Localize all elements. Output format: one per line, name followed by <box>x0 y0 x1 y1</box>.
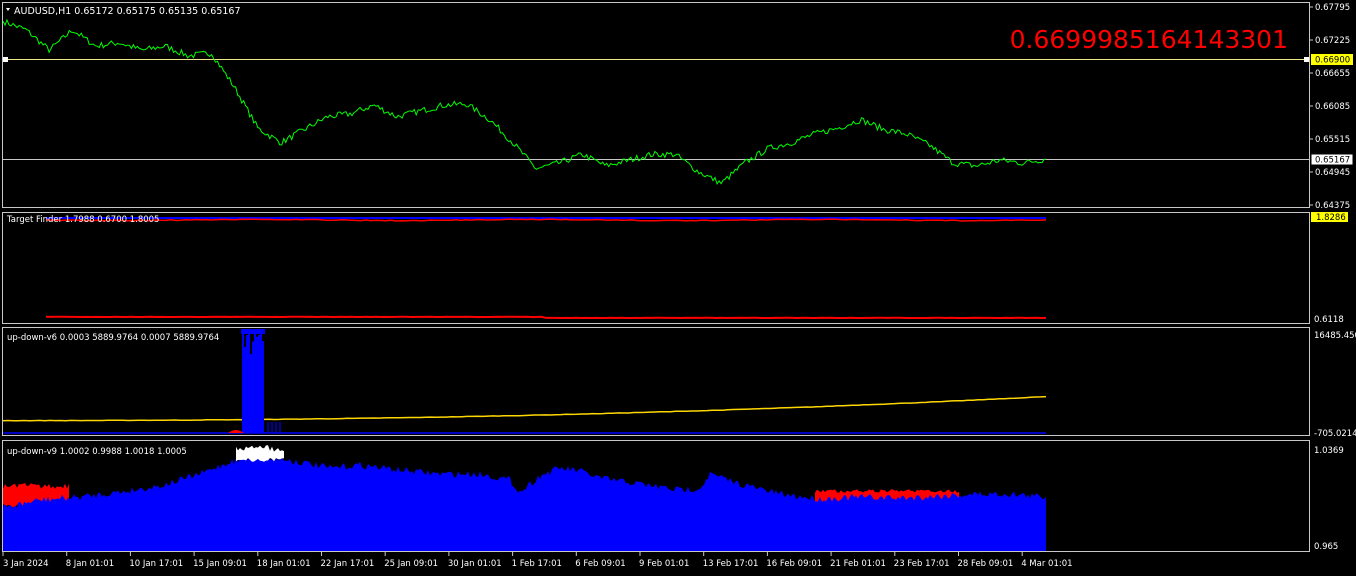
time-tick-label: 6 Feb 09:01 <box>575 559 625 569</box>
up-down-v9-tick-max: 1.0369 <box>1314 446 1344 456</box>
price-tick-label: 0.64945 <box>1315 168 1350 178</box>
level-handle-left[interactable] <box>3 57 8 62</box>
target-finder-header: Target Finder 1.7988 0.6700 1.8005 <box>6 215 159 225</box>
time-tick-label: 22 Jan 17:01 <box>321 559 375 569</box>
price-pane-header: AUDUSD,H1 0.65172 0.65175 0.65135 0.6516… <box>14 6 241 17</box>
up-down-v6-spike-cap <box>241 329 265 334</box>
big-price-label: 0.6699985164143301 <box>1010 25 1288 54</box>
time-tick-label: 4 Mar 01:01 <box>1021 559 1072 569</box>
target-finder-badge-text: 1.8286 <box>1316 213 1346 223</box>
price-level-badge-text: 0.65167 <box>1315 156 1350 166</box>
time-tick-label: 23 Feb 17:01 <box>894 559 950 569</box>
price-tick-label: 0.66085 <box>1315 102 1350 112</box>
time-tick-label: 21 Feb 01:01 <box>830 559 886 569</box>
chart-window[interactable]: AUDUSD,H1 0.65172 0.65175 0.65135 0.6516… <box>0 0 1356 573</box>
time-tick-label: 8 Jan 01:01 <box>66 559 114 569</box>
price-tick-label: 0.66655 <box>1315 69 1350 79</box>
price-level-badge-text: 0.66900 <box>1315 56 1350 66</box>
price-tick-label: 0.64375 <box>1315 201 1350 211</box>
up-down-v6-header: up-down-v6 0.0003 5889.9764 0.0007 5889.… <box>7 333 219 343</box>
time-tick-label: 3 Jan 2024 <box>3 559 49 569</box>
time-tick-label: 15 Jan 09:01 <box>193 559 247 569</box>
up-down-v6-tick-max: 16485.450 <box>1314 331 1356 341</box>
up-down-v9-tick-min: 0.965 <box>1314 542 1338 552</box>
time-tick-label: 25 Jan 09:01 <box>384 559 438 569</box>
chart-canvas[interactable]: AUDUSD,H1 0.65172 0.65175 0.65135 0.6516… <box>0 0 1356 573</box>
time-tick-label: 9 Feb 01:01 <box>639 559 689 569</box>
time-tick-label: 28 Feb 09:01 <box>958 559 1014 569</box>
level-handle-right[interactable] <box>1304 57 1309 62</box>
time-tick-label: 10 Jan 17:01 <box>129 559 183 569</box>
price-tick-label: 0.65515 <box>1315 135 1350 145</box>
time-tick-label: 1 Feb 17:01 <box>512 559 562 569</box>
up-down-v9-header: up-down-v9 1.0002 0.9988 1.0018 1.0005 <box>7 447 187 457</box>
time-tick-label: 18 Jan 01:01 <box>257 559 311 569</box>
target-finder-lower-red-line <box>45 315 1047 320</box>
time-tick-label: 30 Jan 01:01 <box>448 559 502 569</box>
price-tick-label: 0.67795 <box>1315 3 1350 13</box>
target-finder-tick-min: 0.6118 <box>1314 315 1344 325</box>
time-tick-label: 13 Feb 17:01 <box>703 559 759 569</box>
time-tick-label: 16 Feb 09:01 <box>766 559 822 569</box>
up-down-v6-tick-min: -705.0214 <box>1314 429 1356 439</box>
price-tick-label: 0.67225 <box>1315 36 1350 46</box>
